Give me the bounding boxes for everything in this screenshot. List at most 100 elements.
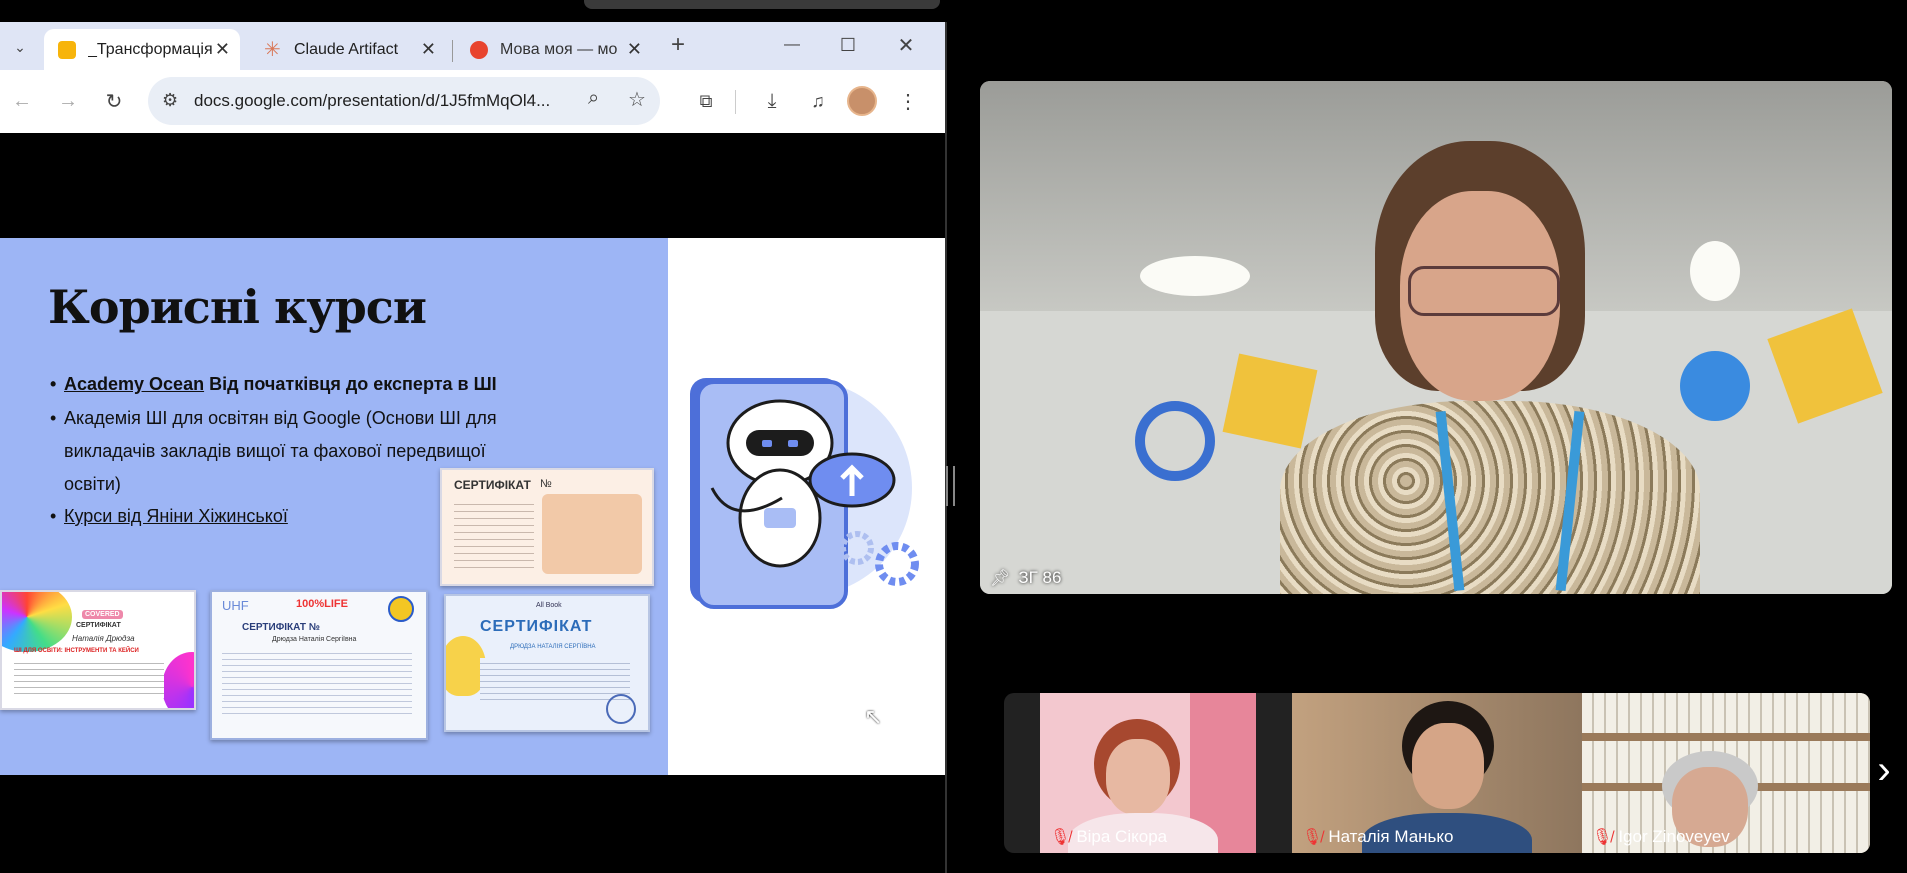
mic-off-icon: 🎙︎̸ — [1050, 829, 1071, 846]
covered-certificate-image: COVERED СЕРТИФІКАТ Наталія Дрюдза ШІ ДЛЯ… — [0, 590, 196, 710]
back-button[interactable]: ← — [6, 85, 38, 117]
pin-icon[interactable]: 📌︎ — [990, 568, 1010, 588]
tab-presentation[interactable]: _Трансформація ✕ — [44, 29, 240, 70]
cert-emblem-icon — [388, 596, 414, 622]
panel-divider[interactable] — [945, 22, 947, 873]
khizhynska-courses-link[interactable]: Курси від Яніни Хіжинської — [64, 506, 288, 526]
arrow-left-icon: ← — [12, 89, 32, 112]
participant-label: 🎙︎̸ Віра Сікора — [1050, 827, 1167, 847]
participant-tile[interactable]: 🎙︎̸ Наталія Манько — [1292, 693, 1582, 853]
participant-tile[interactable]: 🎙︎̸ Igor Zinoveyev — [1582, 693, 1870, 853]
maximize-button[interactable]: ☐ — [832, 29, 864, 61]
close-tab-icon[interactable]: ✕ — [421, 39, 436, 60]
next-participants-button[interactable]: › — [1868, 750, 1900, 794]
shelf-board — [1582, 733, 1870, 741]
wall-decor-blue — [1135, 401, 1215, 481]
bookmark-star-icon[interactable]: ☆ — [628, 87, 646, 112]
zoom-icon[interactable]: ⌕ — [588, 87, 599, 110]
top-handle[interactable] — [584, 0, 940, 9]
tab-strip: ⌄ _Трансформація ✕ ✳ Claude Artifact ✕ М… — [0, 22, 945, 70]
chevron-down-icon: ⌄ — [14, 38, 26, 55]
mouse-cursor-icon: ↖ — [864, 704, 883, 729]
cert-title: СЕРТИФІКАТ — [454, 478, 531, 492]
participant-label: 🎙︎̸ Наталія Манько — [1302, 827, 1453, 847]
wall-decor-blue-right — [1680, 351, 1750, 421]
cert-text-lines — [14, 658, 164, 698]
cert-stamp-icon — [606, 694, 636, 724]
resize-handle[interactable] — [946, 466, 955, 506]
robot-visor — [746, 430, 814, 456]
cert-life-logo: 100%LIFE — [296, 598, 348, 610]
participant-tile[interactable]: 🎙︎̸ Віра Сікора — [1040, 693, 1256, 853]
site-settings-icon[interactable]: ⚙ — [162, 90, 178, 111]
extensions-button[interactable]: ⧉ — [690, 85, 722, 117]
participant-face — [1106, 739, 1170, 815]
cert-brand: UHF — [222, 598, 249, 613]
mic-off-icon: 🎙︎̸ — [1592, 829, 1613, 846]
forward-button[interactable]: → — [52, 85, 84, 117]
cert-brand: COVERED — [82, 610, 123, 619]
minimize-button[interactable]: — — [776, 29, 808, 61]
participant-strip: 🎙︎̸ Віра Сікора 🎙︎̸ Наталія Манько 🎙︎̸ I… — [1004, 693, 1870, 853]
mic-off-icon: 🎙︎̸ — [1302, 829, 1323, 846]
mova-favicon-icon — [470, 40, 488, 59]
bullet-google-academy: Академія ШІ для освітян від Google (Осно… — [50, 402, 497, 501]
main-video-tile[interactable]: 📌︎ ЗГ 86 — [980, 81, 1892, 594]
ceiling-light — [1690, 241, 1740, 301]
arrow-right-icon: → — [58, 89, 78, 112]
puzzle-icon: ⧉ — [699, 90, 713, 111]
close-tab-icon[interactable]: ✕ — [627, 39, 642, 60]
profile-avatar[interactable] — [846, 85, 878, 117]
tab-mova[interactable]: Мова моя — мо ✕ — [456, 29, 652, 70]
speaker-glasses — [1408, 266, 1560, 316]
cert-text-lines — [222, 648, 412, 718]
cert-text-lines — [480, 658, 630, 702]
bullet-khizhynska-courses: Курси від Яніни Хіжинської — [50, 500, 288, 533]
uhf-certificate-image: UHF 100%LIFE СЕРТИФІКАТ № Дрюдза Наталія… — [210, 590, 428, 740]
cert-brand: All Book — [536, 602, 562, 609]
gear-icon — [875, 542, 919, 586]
url-text[interactable]: docs.google.com/presentation/d/1J5fmMqOl… — [194, 91, 550, 111]
tab-search-button[interactable]: ⌄ — [4, 31, 36, 63]
downloads-button[interactable]: ⤓ — [756, 85, 788, 117]
more-vert-icon: ⋮ — [898, 90, 918, 113]
slide-title: Корисні курси — [48, 280, 427, 334]
participant-name: Наталія Манько — [1328, 827, 1454, 846]
claude-favicon-icon: ✳ — [264, 38, 281, 61]
robot-illustration — [690, 378, 919, 609]
tab-claude-artifact[interactable]: ✳ Claude Artifact ✕ — [250, 29, 446, 70]
robot-eye-right — [788, 440, 798, 447]
speaker-body — [1280, 401, 1700, 594]
video-label: 📌︎ ЗГ 86 — [990, 568, 1061, 588]
reload-button[interactable]: ↻ — [98, 85, 130, 117]
participant-name: Віра Сікора — [1076, 827, 1168, 846]
presentation-slide[interactable]: Корисні курси Academy Ocean Від початків… — [0, 238, 945, 775]
top-bar — [0, 0, 1907, 22]
avatar-icon — [847, 86, 877, 116]
cert-color-blob-right — [162, 652, 194, 708]
tab-divider — [452, 40, 453, 62]
close-tab-icon[interactable]: ✕ — [215, 39, 230, 60]
close-window-button[interactable]: ✕ — [890, 29, 922, 61]
browser-toolbar: ← → ↻ ⚙ docs.google.com/presentation/d/1… — [0, 70, 945, 133]
playlist-icon: ♫ — [811, 90, 825, 111]
browser-menu-button[interactable]: ⋮ — [892, 85, 924, 117]
address-bar[interactable]: ⚙ docs.google.com/presentation/d/1J5fmMq… — [148, 77, 660, 125]
cert-name: ДРЮДЗА НАТАЛІЯ СЕРГІЇВНА — [510, 644, 596, 650]
participant-label: 🎙︎̸ Igor Zinoveyev — [1592, 827, 1730, 847]
cert-text-lines — [454, 498, 534, 568]
browser-window: ⌄ _Трансформація ✕ ✳ Claude Artifact ✕ М… — [0, 22, 945, 133]
cert-color-blob — [2, 592, 72, 652]
toolbar-divider — [735, 90, 736, 114]
academy-ocean-link[interactable]: Academy Ocean — [64, 374, 204, 394]
robot-chest — [764, 508, 796, 528]
chevron-right-icon: › — [1877, 748, 1891, 792]
reload-icon: ↻ — [105, 90, 123, 113]
cert-course: ШІ ДЛЯ ОСВІТИ: ІНСТРУМЕНТИ ТА КЕЙСИ — [14, 648, 139, 654]
new-tab-button[interactable]: + — [662, 29, 694, 61]
cert-title: СЕРТИФІКАТ — [480, 618, 593, 635]
download-icon: ⤓ — [767, 89, 777, 112]
cert-illustration — [542, 494, 642, 574]
ceiling-light — [1140, 256, 1250, 296]
media-control-button[interactable]: ♫ — [802, 85, 834, 117]
